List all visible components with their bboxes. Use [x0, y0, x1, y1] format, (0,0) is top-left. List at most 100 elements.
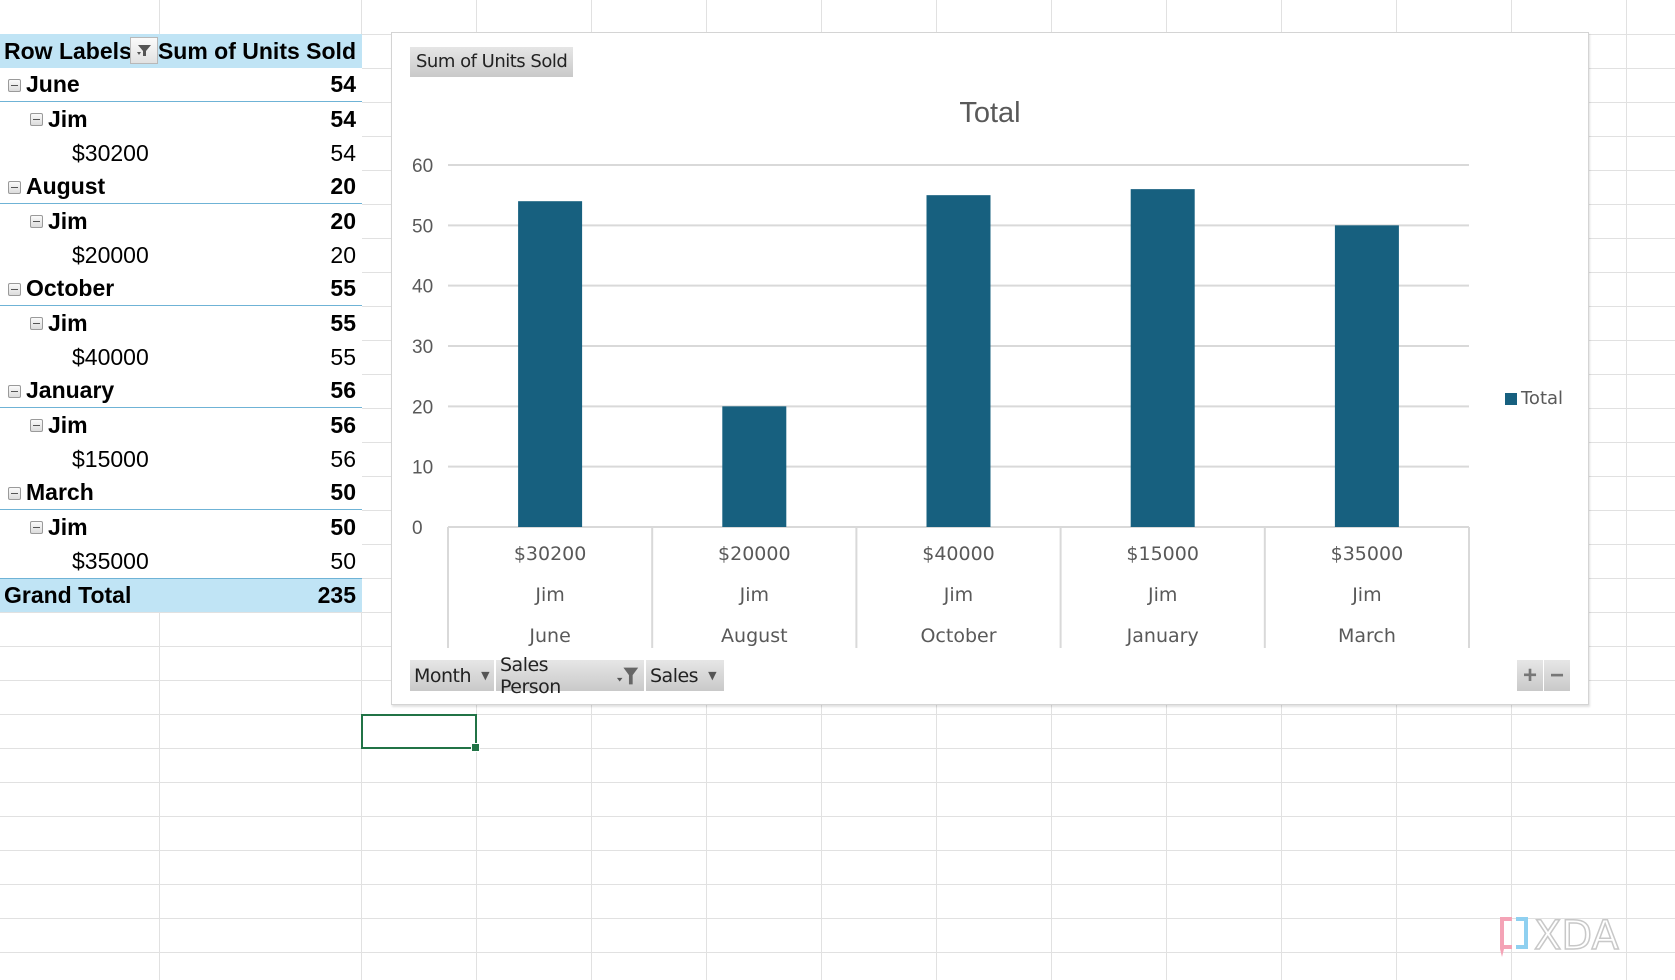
row-label: $35000 — [72, 547, 149, 574]
collapse-toggle-icon[interactable] — [8, 283, 21, 296]
x-label-month: August — [721, 625, 788, 647]
fill-handle[interactable] — [471, 743, 480, 752]
y-tick-label: 10 — [412, 458, 433, 479]
row-value: 55 — [330, 275, 356, 301]
y-tick-label: 60 — [412, 156, 433, 177]
column-gridline — [1626, 0, 1627, 980]
pivot-row-month[interactable]: March 50 — [0, 476, 362, 510]
watermark-text: XDA — [1534, 913, 1620, 959]
row-labels-filter-button[interactable] — [130, 37, 158, 64]
row-value: 54 — [330, 139, 356, 166]
pivot-row-sales[interactable]: $40000 55 — [0, 340, 362, 374]
pivot-table[interactable]: Row Labels Sum of Units Sold June 54 Jim 54… — [0, 34, 362, 612]
bar — [1130, 189, 1195, 527]
pivot-row-person[interactable]: Jim 56 — [0, 408, 362, 442]
row-label: Grand Total — [4, 582, 132, 608]
collapse-toggle-icon[interactable] — [30, 317, 43, 330]
collapse-field-button[interactable]: − — [1544, 660, 1570, 691]
x-label-sales: $30200 — [514, 543, 587, 565]
row-value: 54 — [330, 105, 356, 132]
row-label: June — [26, 71, 80, 97]
x-label-month: January — [1126, 625, 1199, 647]
x-label-sales: $15000 — [1126, 543, 1199, 565]
row-label: $20000 — [72, 241, 149, 268]
row-labels-header: Row Labels — [4, 37, 132, 64]
row-value: 20 — [330, 241, 356, 268]
x-label-sales: $40000 — [922, 543, 995, 565]
pivot-row-person[interactable]: Jim 20 — [0, 204, 362, 238]
y-tick-label: 0 — [412, 518, 423, 539]
row-label: Jim — [48, 513, 88, 540]
pivot-chart[interactable]: Sum of Units Sold Total 0 10 20 30 40 50 60 $30… — [391, 32, 1589, 705]
row-label: $15000 — [72, 445, 149, 472]
collapse-toggle-icon[interactable] — [30, 419, 43, 432]
pivot-row-month[interactable]: August 20 — [0, 170, 362, 204]
x-label-sales: $35000 — [1331, 543, 1404, 565]
bar — [722, 406, 787, 527]
row-gridline — [0, 952, 1675, 953]
row-label: $40000 — [72, 343, 149, 370]
collapse-toggle-icon[interactable] — [30, 521, 43, 534]
row-value: 55 — [330, 343, 356, 370]
row-gridline — [0, 918, 1675, 919]
pivot-row-sales[interactable]: $20000 20 — [0, 238, 362, 272]
collapse-toggle-icon[interactable] — [30, 113, 43, 126]
pivot-row-month[interactable]: January 56 — [0, 374, 362, 408]
xda-watermark-logo: XDA — [1500, 912, 1620, 960]
pivot-row-sales[interactable]: $15000 56 — [0, 442, 362, 476]
pivot-grand-total-row[interactable]: Grand Total 235 — [0, 578, 362, 612]
collapse-toggle-icon[interactable] — [8, 385, 21, 398]
row-label: Jim — [48, 207, 88, 234]
x-label-person: Jim — [739, 584, 769, 606]
row-value: 235 — [317, 582, 356, 608]
pivot-header-row: Row Labels Sum of Units Sold — [0, 34, 362, 68]
y-tick-label: 30 — [412, 337, 433, 358]
row-value: 50 — [330, 513, 356, 540]
row-value: 55 — [330, 309, 356, 336]
filter-applied-icon — [616, 667, 639, 684]
month-field-button[interactable]: Month ▼ — [410, 660, 494, 691]
row-label: January — [26, 377, 115, 403]
row-value: 56 — [330, 445, 356, 472]
row-value: 54 — [330, 71, 356, 97]
bar — [1334, 225, 1399, 528]
collapse-toggle-icon[interactable] — [8, 181, 21, 194]
row-gridline — [0, 850, 1675, 851]
collapse-toggle-icon[interactable] — [8, 79, 21, 92]
pivot-row-month[interactable]: October 55 — [0, 272, 362, 306]
sales-field-button[interactable]: Sales ▼ — [646, 660, 724, 691]
row-gridline — [0, 816, 1675, 817]
chart-plot-area: 0 10 20 30 40 50 60 $30200 Jim June $20000 Jim Augus… — [412, 156, 1470, 648]
y-tick-label: 50 — [412, 216, 433, 237]
row-label: Jim — [48, 309, 88, 336]
pivot-row-sales[interactable]: $35000 50 — [0, 544, 362, 578]
x-label-sales: $20000 — [718, 543, 791, 565]
pivot-row-person[interactable]: Jim 50 — [0, 510, 362, 544]
row-value: 50 — [330, 547, 356, 574]
row-gridline — [0, 748, 1675, 749]
axis-field-buttons: Month ▼ Sales Person Sales ▼ — [410, 654, 726, 698]
row-value: 56 — [330, 411, 356, 438]
dropdown-arrow-icon: ▼ — [481, 669, 490, 682]
pivot-row-person[interactable]: Jim 55 — [0, 306, 362, 340]
row-label: August — [26, 173, 106, 199]
selected-cell[interactable] — [361, 714, 480, 752]
pivot-row-sales[interactable]: $30200 54 — [0, 136, 362, 170]
x-label-person: Jim — [1147, 584, 1177, 606]
x-label-month: March — [1338, 625, 1396, 647]
expand-field-button[interactable]: + — [1517, 660, 1543, 691]
collapse-toggle-icon[interactable] — [8, 487, 21, 500]
pivot-row-month[interactable]: June 54 — [0, 68, 362, 102]
sales-person-field-label: Sales Person — [500, 653, 561, 698]
sales-person-field-button[interactable]: Sales Person — [496, 654, 644, 698]
legend-swatch — [1505, 392, 1517, 405]
x-label-person: Jim — [1351, 584, 1381, 606]
pivot-row-person[interactable]: Jim 54 — [0, 102, 362, 136]
row-label: October — [26, 275, 115, 301]
collapse-toggle-icon[interactable] — [30, 215, 43, 228]
row-value: 20 — [330, 207, 356, 234]
sales-field-label: Sales — [650, 664, 699, 687]
dropdown-arrow-icon: ▼ — [708, 669, 717, 682]
row-value: 56 — [330, 377, 356, 403]
x-label-month: June — [528, 625, 570, 647]
